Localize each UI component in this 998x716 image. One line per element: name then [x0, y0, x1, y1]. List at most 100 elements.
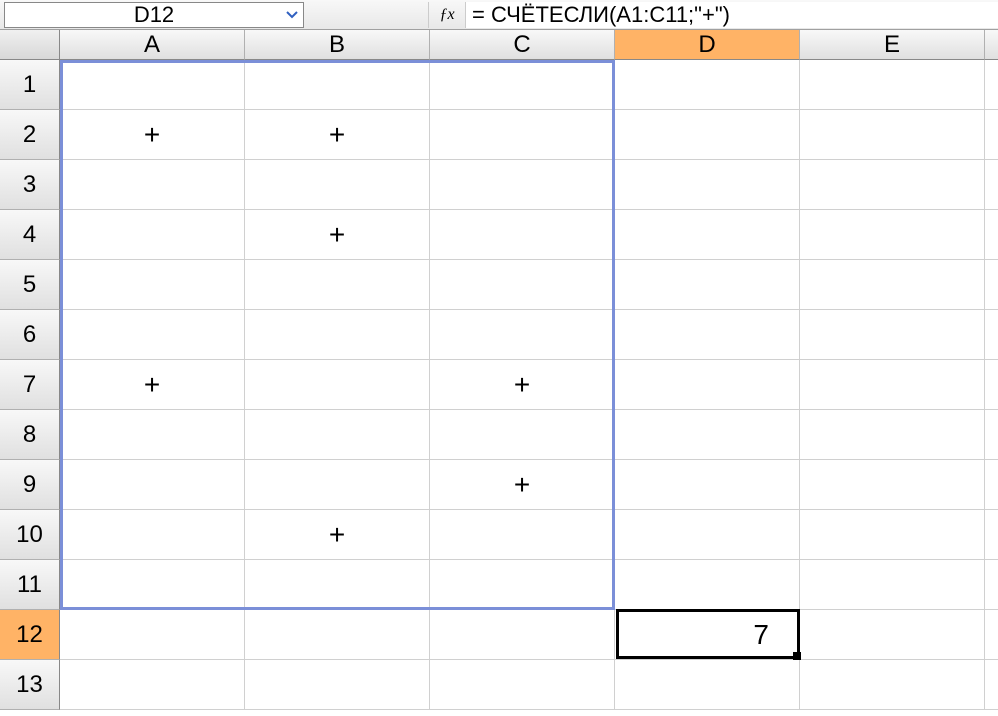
cell-D2[interactable]: [615, 110, 800, 160]
col-header-F-partial[interactable]: [985, 30, 998, 60]
row-header-6[interactable]: 6: [0, 310, 60, 360]
cell-B5[interactable]: [245, 260, 430, 310]
cell-F1[interactable]: [985, 60, 998, 110]
col-header-E[interactable]: E: [800, 30, 985, 60]
cell-A12[interactable]: [60, 610, 245, 660]
cell-A3[interactable]: [60, 160, 245, 210]
row-header-8[interactable]: 8: [0, 410, 60, 460]
cell-E6[interactable]: [800, 310, 985, 360]
cell-B6[interactable]: [245, 310, 430, 360]
cell-D4[interactable]: [615, 210, 800, 260]
row-header-11[interactable]: 11: [0, 560, 60, 610]
col-header-D[interactable]: D: [615, 30, 800, 60]
cell-C13[interactable]: [430, 660, 615, 710]
cell-B12[interactable]: [245, 610, 430, 660]
cell-A7[interactable]: +: [60, 360, 245, 410]
cell-E13[interactable]: [800, 660, 985, 710]
cell-B9[interactable]: [245, 460, 430, 510]
cell-A10[interactable]: [60, 510, 245, 560]
cell-C9[interactable]: +: [430, 460, 615, 510]
row-header-10[interactable]: 10: [0, 510, 60, 560]
cell-D9[interactable]: [615, 460, 800, 510]
cell-C3[interactable]: [430, 160, 615, 210]
cell-F12[interactable]: [985, 610, 998, 660]
row-header-5[interactable]: 5: [0, 260, 60, 310]
name-box[interactable]: D12: [4, 2, 304, 28]
cell-B2[interactable]: +: [245, 110, 430, 160]
row-header-13[interactable]: 13: [0, 660, 60, 710]
cell-F13[interactable]: [985, 660, 998, 710]
row-header-9[interactable]: 9: [0, 460, 60, 510]
cell-A11[interactable]: [60, 560, 245, 610]
cell-C4[interactable]: [430, 210, 615, 260]
cell-F5[interactable]: [985, 260, 998, 310]
cell-C10[interactable]: [430, 510, 615, 560]
cell-F6[interactable]: [985, 310, 998, 360]
cell-C6[interactable]: [430, 310, 615, 360]
cell-C11[interactable]: [430, 560, 615, 610]
cell-E5[interactable]: [800, 260, 985, 310]
cell-E7[interactable]: [800, 360, 985, 410]
cell-E10[interactable]: [800, 510, 985, 560]
cell-B4[interactable]: +: [245, 210, 430, 260]
cell-E11[interactable]: [800, 560, 985, 610]
cell-C12[interactable]: [430, 610, 615, 660]
cell-E8[interactable]: [800, 410, 985, 460]
fx-button[interactable]: ƒx: [428, 2, 466, 28]
cell-A6[interactable]: [60, 310, 245, 360]
cell-F7[interactable]: [985, 360, 998, 410]
cell-B3[interactable]: [245, 160, 430, 210]
cell-B11[interactable]: [245, 560, 430, 610]
cell-D1[interactable]: [615, 60, 800, 110]
cell-A2[interactable]: +: [60, 110, 245, 160]
cell-E2[interactable]: [800, 110, 985, 160]
cell-B13[interactable]: [245, 660, 430, 710]
formula-input[interactable]: = СЧЁТЕСЛИ(A1:C11;"+"): [466, 2, 998, 28]
cell-A5[interactable]: [60, 260, 245, 310]
cell-F10[interactable]: [985, 510, 998, 560]
cell-D12[interactable]: 7: [615, 610, 800, 660]
cell-C8[interactable]: [430, 410, 615, 460]
cell-D8[interactable]: [615, 410, 800, 460]
row-header-2[interactable]: 2: [0, 110, 60, 160]
cell-F9[interactable]: [985, 460, 998, 510]
cell-F2[interactable]: [985, 110, 998, 160]
cell-D6[interactable]: [615, 310, 800, 360]
cell-D10[interactable]: [615, 510, 800, 560]
cell-D13[interactable]: [615, 660, 800, 710]
cell-F8[interactable]: [985, 410, 998, 460]
cell-E3[interactable]: [800, 160, 985, 210]
cell-B10[interactable]: +: [245, 510, 430, 560]
cell-D5[interactable]: [615, 260, 800, 310]
cell-C2[interactable]: [430, 110, 615, 160]
row-header-7[interactable]: 7: [0, 360, 60, 410]
cell-D3[interactable]: [615, 160, 800, 210]
col-header-A[interactable]: A: [60, 30, 245, 60]
row-header-3[interactable]: 3: [0, 160, 60, 210]
cell-F11[interactable]: [985, 560, 998, 610]
cell-F4[interactable]: [985, 210, 998, 260]
cell-A4[interactable]: [60, 210, 245, 260]
cell-F3[interactable]: [985, 160, 998, 210]
cell-D7[interactable]: [615, 360, 800, 410]
cell-A1[interactable]: [60, 60, 245, 110]
cell-C7[interactable]: +: [430, 360, 615, 410]
cell-E4[interactable]: [800, 210, 985, 260]
col-header-B[interactable]: B: [245, 30, 430, 60]
cell-C5[interactable]: [430, 260, 615, 310]
cell-A9[interactable]: [60, 460, 245, 510]
cell-C1[interactable]: [430, 60, 615, 110]
name-box-dropdown[interactable]: [283, 6, 301, 24]
cell-E9[interactable]: [800, 460, 985, 510]
cell-A13[interactable]: [60, 660, 245, 710]
cell-D11[interactable]: [615, 560, 800, 610]
row-header-4[interactable]: 4: [0, 210, 60, 260]
cell-B8[interactable]: [245, 410, 430, 460]
cell-A8[interactable]: [60, 410, 245, 460]
cell-B1[interactable]: [245, 60, 430, 110]
row-header-12[interactable]: 12: [0, 610, 60, 660]
row-header-1[interactable]: 1: [0, 60, 60, 110]
cell-E1[interactable]: [800, 60, 985, 110]
col-header-C[interactable]: C: [430, 30, 615, 60]
cell-B7[interactable]: [245, 360, 430, 410]
